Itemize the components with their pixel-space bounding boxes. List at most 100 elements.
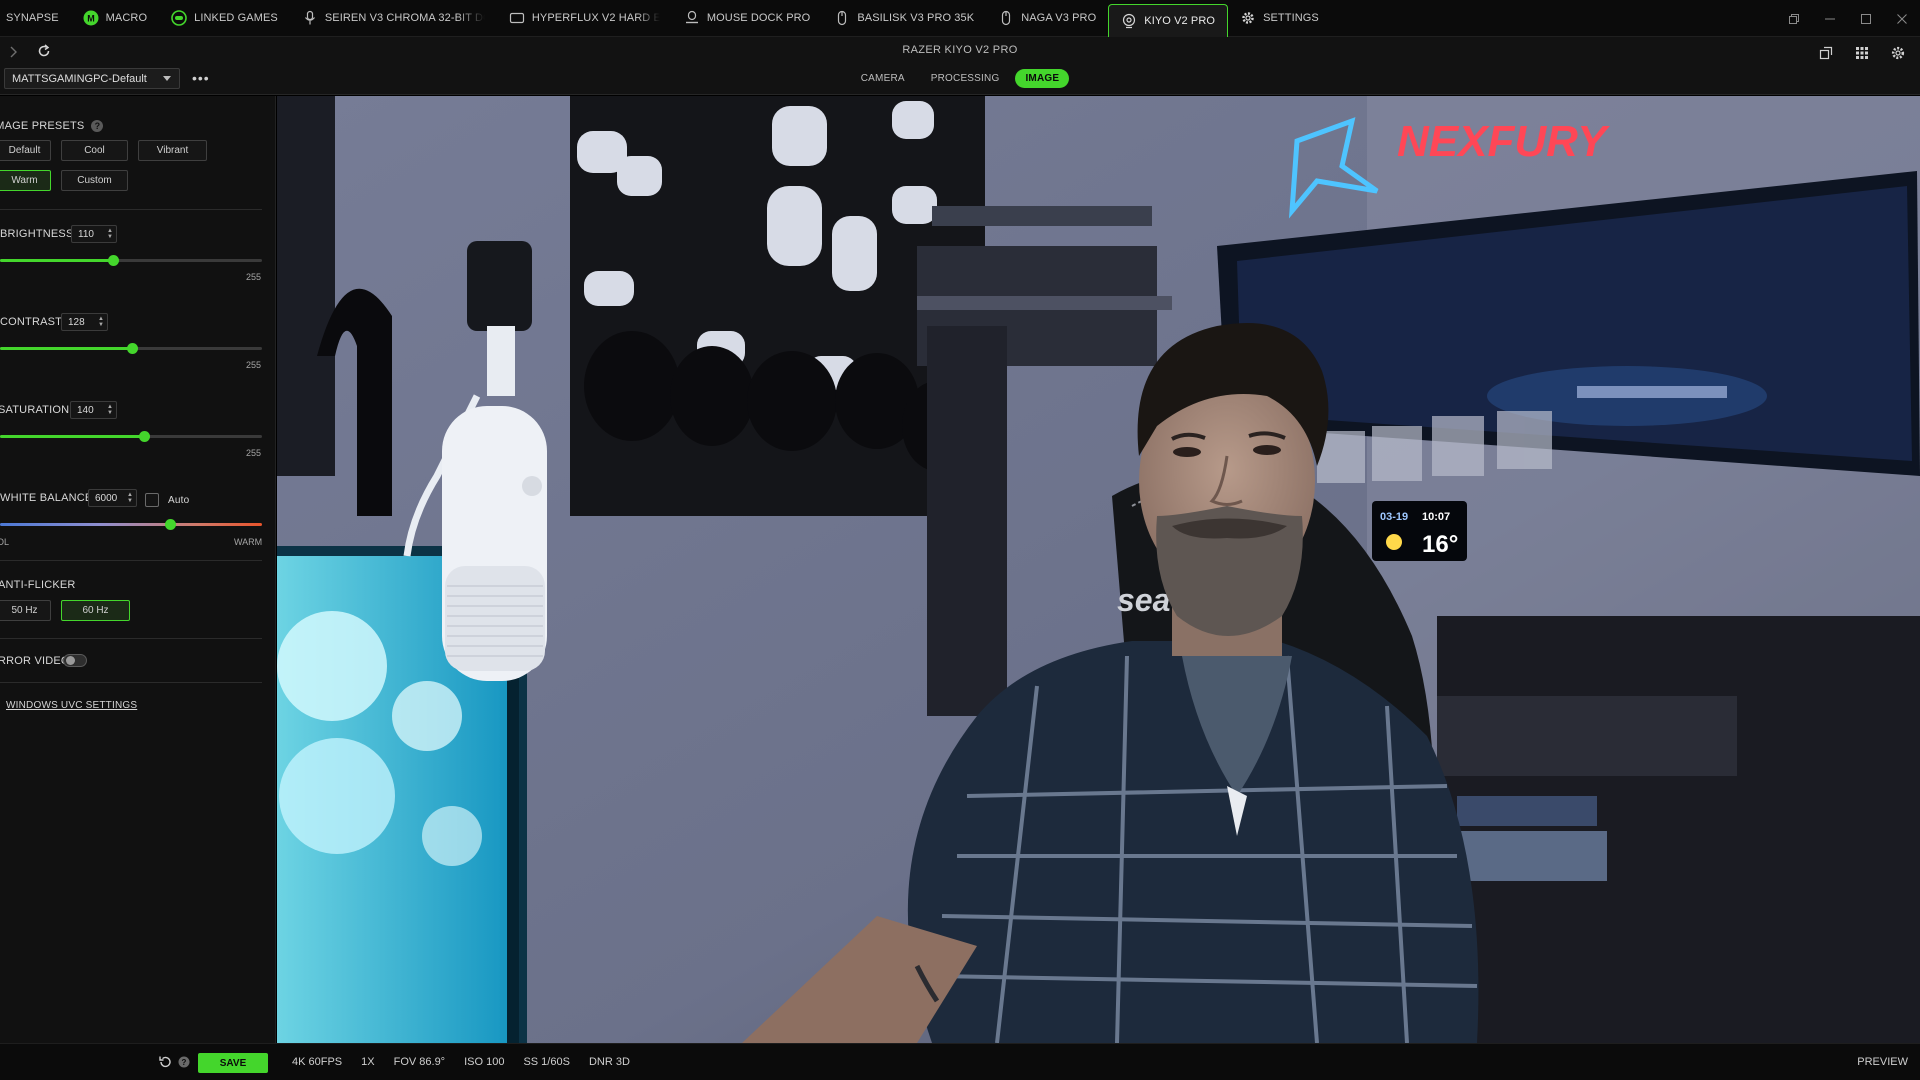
tab-hyperflux-label: HYPERFLUX V2 HARD EDITION bbox=[531, 12, 660, 24]
camera-feed-image: NEXFURY 03-19 10:07 16° seaT bbox=[277, 96, 1920, 1043]
saturation-label: SATURATION bbox=[0, 404, 70, 416]
restore-window-icon[interactable] bbox=[1776, 13, 1812, 25]
contrast-max: 255 bbox=[246, 360, 262, 370]
contrast-slider-handle[interactable] bbox=[127, 343, 138, 354]
tab-kiyo-label: KIYO V2 PRO bbox=[1144, 14, 1216, 27]
fov-stat: FOV 86.9° bbox=[393, 1056, 446, 1068]
auto-white-balance-checkbox[interactable] bbox=[145, 493, 159, 507]
resolution-stat: 4K 60FPS bbox=[292, 1056, 343, 1068]
window-controls bbox=[1776, 0, 1920, 37]
tab-linked-games-label: LINKED GAMES bbox=[194, 12, 278, 24]
svg-text:?: ? bbox=[182, 1058, 187, 1067]
contrast-input[interactable]: 128 ▲ ▼ bbox=[61, 313, 108, 331]
windows-uvc-settings-link[interactable]: WINDOWS UVC SETTINGS bbox=[6, 700, 137, 711]
anti-flicker-label: ANTI-FLICKER bbox=[0, 579, 76, 591]
tab-linked-games[interactable]: LINKED GAMES bbox=[159, 0, 290, 37]
tab-naga-label: NAGA V3 PRO bbox=[1021, 12, 1097, 24]
brightness-slider-handle[interactable] bbox=[108, 255, 119, 266]
saturation-input[interactable]: 140 ▲ ▼ bbox=[70, 401, 117, 419]
macro-badge-text: M bbox=[87, 14, 95, 24]
gear-icon[interactable] bbox=[1882, 41, 1914, 65]
clock-time: 10:07 bbox=[1422, 511, 1450, 523]
popout-icon[interactable] bbox=[1810, 41, 1842, 65]
tab-hyperflux[interactable]: HYPERFLUX V2 HARD EDITION bbox=[497, 0, 672, 37]
mode-tabs: CAMERA PROCESSING IMAGE bbox=[0, 69, 1920, 88]
preset-warm[interactable]: Warm bbox=[0, 170, 51, 191]
brightness-label: BRIGHTNESS bbox=[0, 228, 74, 240]
mouse-icon bbox=[998, 10, 1014, 26]
macro-badge-icon: M bbox=[83, 10, 99, 26]
stepper-arrows-icon[interactable]: ▲ ▼ bbox=[127, 492, 133, 504]
tab-basilisk[interactable]: BASILISK V3 PRO 35K bbox=[822, 0, 986, 37]
device-title: RAZER KIYO V2 PRO bbox=[902, 44, 1018, 56]
device-header: RAZER KIYO V2 PRO MATTSGAMINGPC-Default … bbox=[0, 37, 1920, 95]
tab-synapse-label: SYNAPSE bbox=[6, 12, 59, 24]
white-balance-slider-handle[interactable] bbox=[165, 519, 176, 530]
tab-settings[interactable]: SETTINGS bbox=[1228, 0, 1331, 37]
clock-temperature: 16° bbox=[1422, 531, 1458, 558]
saturation-slider[interactable] bbox=[0, 431, 262, 442]
brightness-max: 255 bbox=[246, 272, 262, 282]
divider bbox=[0, 682, 262, 683]
contrast-value: 128 bbox=[68, 316, 85, 328]
white-balance-value: 6000 bbox=[95, 492, 118, 504]
gear-icon bbox=[1240, 10, 1256, 26]
close-icon[interactable] bbox=[1884, 13, 1920, 25]
tab-settings-label: SETTINGS bbox=[1263, 12, 1319, 24]
tab-processing[interactable]: PROCESSING bbox=[921, 69, 1010, 88]
status-bar: ? SAVE 4K 60FPS 1X FOV 86.9° ISO 100 SS … bbox=[0, 1043, 1920, 1080]
stepper-arrows-icon[interactable]: ▲ ▼ bbox=[107, 404, 113, 416]
anti-flicker-50hz[interactable]: 50 Hz bbox=[0, 600, 51, 621]
anti-flicker-60hz[interactable]: 60 Hz bbox=[61, 600, 130, 621]
divider bbox=[0, 209, 262, 210]
iso-stat: ISO 100 bbox=[464, 1056, 505, 1068]
reset-icon[interactable] bbox=[158, 1055, 172, 1072]
preview-label[interactable]: PREVIEW bbox=[1857, 1056, 1908, 1068]
stepper-arrows-icon[interactable]: ▲ ▼ bbox=[98, 316, 104, 328]
minimize-icon[interactable] bbox=[1812, 13, 1848, 25]
zoom-stat: 1X bbox=[361, 1056, 375, 1068]
tab-macro-label: MACRO bbox=[105, 12, 148, 24]
auto-label: Auto bbox=[168, 495, 190, 506]
preset-default[interactable]: Default bbox=[0, 140, 51, 161]
dock-icon bbox=[684, 10, 700, 26]
white-balance-label: WHITE BALANCE bbox=[0, 492, 93, 504]
tab-mouse-dock[interactable]: MOUSE DOCK PRO bbox=[672, 0, 822, 37]
tab-basilisk-label: BASILISK V3 PRO 35K bbox=[857, 12, 975, 24]
contrast-slider[interactable] bbox=[0, 343, 262, 354]
camera-preview: NEXFURY 03-19 10:07 16° seaT bbox=[277, 96, 1920, 1043]
tab-seiren[interactable]: SEIREN V3 CHROMA 32-BIT DO bbox=[290, 0, 497, 37]
tab-naga[interactable]: NAGA V3 PRO bbox=[986, 0, 1108, 37]
saturation-slider-handle[interactable] bbox=[139, 431, 150, 442]
help-icon[interactable]: ? bbox=[178, 1056, 190, 1071]
tab-macro[interactable]: M MACRO bbox=[71, 0, 159, 37]
save-button[interactable]: SAVE bbox=[198, 1053, 268, 1073]
header-tools bbox=[1810, 41, 1914, 65]
help-icon[interactable]: ? bbox=[91, 120, 104, 133]
apps-grid-icon[interactable] bbox=[1846, 41, 1878, 65]
contrast-label: CONTRAST bbox=[0, 316, 63, 328]
contrast-slider-fill bbox=[0, 347, 132, 350]
device-tab-bar: SYNAPSE M MACRO LINKED GAMES SEIREN V3 C… bbox=[0, 0, 1920, 37]
preset-cool[interactable]: Cool bbox=[61, 140, 128, 161]
mousepad-icon bbox=[509, 10, 525, 26]
gamepad-icon bbox=[171, 10, 187, 26]
tab-image[interactable]: IMAGE bbox=[1015, 69, 1070, 88]
brightness-input[interactable]: 110 ▲ ▼ bbox=[71, 225, 117, 243]
tab-seiren-label: SEIREN V3 CHROMA 32-BIT DO bbox=[324, 12, 485, 24]
neon-sign-text: NEXFURY bbox=[1397, 117, 1610, 166]
preset-custom[interactable]: Custom bbox=[61, 170, 128, 191]
stepper-arrows-icon[interactable]: ▲ ▼ bbox=[107, 228, 113, 240]
tab-synapse[interactable]: SYNAPSE bbox=[0, 0, 71, 37]
divider bbox=[0, 560, 262, 561]
microphone-icon bbox=[302, 10, 318, 26]
brightness-slider[interactable] bbox=[0, 255, 262, 266]
brightness-value: 110 bbox=[78, 228, 94, 240]
tab-camera[interactable]: CAMERA bbox=[851, 69, 915, 88]
tab-kiyo[interactable]: KIYO V2 PRO bbox=[1108, 3, 1229, 37]
maximize-icon[interactable] bbox=[1848, 13, 1884, 25]
mirror-video-toggle[interactable] bbox=[63, 654, 87, 667]
white-balance-slider[interactable] bbox=[0, 519, 262, 530]
white-balance-input[interactable]: 6000 ▲ ▼ bbox=[88, 489, 137, 507]
preset-vibrant[interactable]: Vibrant bbox=[138, 140, 207, 161]
